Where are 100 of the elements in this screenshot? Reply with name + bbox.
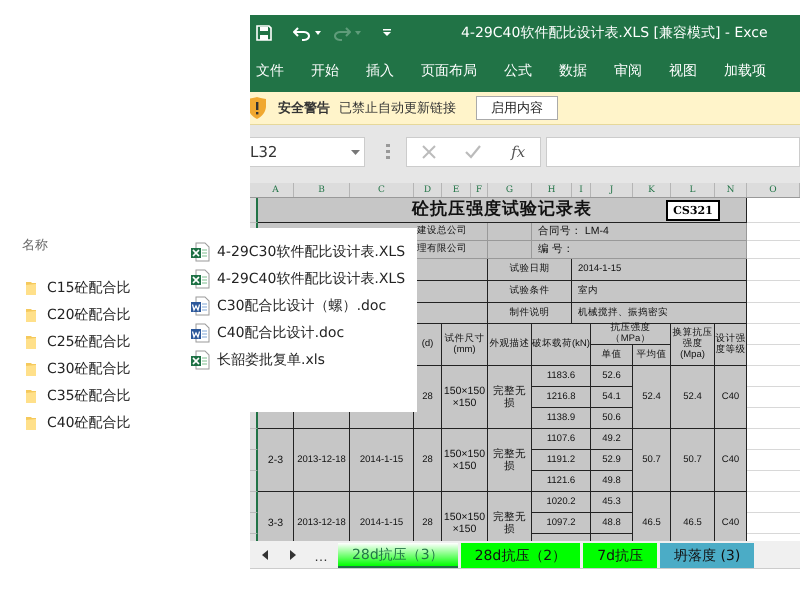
column-header[interactable]: K	[633, 183, 671, 197]
insert-function-button[interactable]: fx	[511, 143, 526, 161]
formula-input[interactable]	[546, 137, 800, 167]
table-cell: 1138.9	[532, 408, 591, 429]
column-header[interactable]: E	[442, 183, 471, 197]
column-header[interactable]: B	[294, 183, 350, 197]
column-header[interactable]: D	[414, 183, 442, 197]
sheet-tab[interactable]: 28d抗压（2）	[460, 543, 580, 568]
caret-icon[interactable]	[351, 150, 360, 154]
table-cell: C40	[715, 366, 747, 429]
column-header[interactable]: A	[258, 183, 294, 197]
folder-name[interactable]: C40砼配合比	[47, 414, 131, 432]
table-cell: 49.2	[591, 429, 633, 450]
table-cell: 试验日期	[488, 259, 572, 281]
table-cell: 2014-1-15	[572, 259, 747, 281]
column-header[interactable]: N	[715, 183, 747, 197]
folder-name[interactable]: C20砼配合比	[47, 306, 131, 324]
table-cell	[488, 241, 532, 259]
undo-icon[interactable]	[293, 24, 311, 40]
table-cell: 3-3	[258, 492, 294, 541]
folder-name[interactable]: C15砼配合比	[47, 278, 131, 296]
table-cell: 外观描述	[488, 324, 532, 366]
table-cell: 抗压强度（MPa）	[591, 324, 671, 345]
spreadsheet-file-icon	[190, 350, 210, 370]
save-icon[interactable]	[256, 24, 272, 40]
ribbon-tab[interactable]: 插入	[360, 55, 404, 87]
spreadsheet-file-icon	[190, 242, 210, 262]
column-header[interactable]: 名称	[22, 236, 48, 254]
table-cell: 2-3	[258, 429, 294, 492]
file-name[interactable]: 长韶娄批复单.xls	[217, 350, 325, 368]
folder-icon	[25, 280, 37, 296]
ribbon-tab[interactable]: 加载项	[718, 55, 776, 87]
table-cell: 平均值	[633, 345, 671, 366]
file-name[interactable]: C40配合比设计.doc	[217, 324, 344, 342]
file-name[interactable]: 4-29C40软件配比设计表.XLS	[217, 270, 406, 288]
ribbon-tab[interactable]: 页面布局	[415, 55, 487, 87]
table-cell: 1107.6	[532, 429, 591, 450]
table-cell: 设计强度等级	[715, 324, 747, 366]
table-cell: 52.4	[671, 366, 715, 429]
folder-name[interactable]: C30砼配合比	[47, 360, 131, 378]
table-cell: 50.7	[633, 429, 671, 492]
table-cell: 150×150 ×150	[442, 492, 488, 541]
ribbon-tab[interactable]: 公式	[498, 55, 542, 87]
document-file-icon	[190, 322, 210, 342]
check-icon[interactable]	[465, 145, 482, 159]
table-cell: 2014-1-15	[350, 429, 414, 492]
caret-icon[interactable]	[315, 30, 321, 34]
grip-icon[interactable]	[386, 144, 390, 160]
table-cell: 1097.2	[532, 513, 591, 534]
table-cell: 完整无损	[488, 366, 532, 429]
ribbon-tab[interactable]: 数据	[553, 55, 597, 87]
previous-sheet-icon[interactable]	[262, 550, 268, 560]
table-cell: 48.8	[591, 513, 633, 534]
enable-content-button[interactable]: 启用内容	[476, 96, 558, 120]
column-header[interactable]: I	[572, 183, 591, 197]
more-sheets-button[interactable]: …	[296, 548, 338, 568]
customize-icon[interactable]	[383, 28, 391, 36]
table-cell: 2013-12-18	[294, 429, 350, 492]
table-cell: 1121.6	[532, 471, 591, 492]
sheet-tab[interactable]: 28d抗压（3）	[338, 543, 458, 568]
table-cell: 试件尺寸(mm)	[442, 324, 488, 366]
table-cell: 完整无损	[488, 492, 532, 541]
table-cell: C40	[715, 492, 747, 541]
window-title: 4-29C40软件配比设计表.XLS [兼容模式] - Exce	[461, 24, 768, 42]
folder-icon	[25, 306, 37, 322]
file-name[interactable]: C30配合比设计（螺）.doc	[217, 296, 386, 314]
column-header[interactable]: G	[488, 183, 532, 197]
table-cell: 28	[414, 429, 442, 492]
warning-title: 安全警告	[278, 100, 330, 117]
table-cell: 室内	[572, 281, 747, 303]
ribbon-tab[interactable]: 审阅	[608, 55, 652, 87]
ribbon-tab[interactable]: 文件	[250, 55, 294, 87]
table-cell: 2014-1-15	[350, 492, 414, 541]
table-cell: 45.3	[591, 492, 633, 513]
ribbon-tab[interactable]: 开始	[305, 55, 349, 87]
table-cell: 52.6	[591, 366, 633, 387]
table-cell: 破坏载荷(kN)	[532, 324, 591, 366]
column-header[interactable]: F	[471, 183, 488, 197]
table-cell: C40	[715, 429, 747, 492]
table-cell: 54.1	[591, 387, 633, 408]
table-cell: 2013-12-18	[294, 492, 350, 541]
sheet-tab[interactable]: 7d抗压	[583, 543, 658, 568]
next-sheet-icon[interactable]	[290, 550, 296, 560]
folder-icon	[25, 360, 37, 376]
warning-message: 已禁止自动更新链接	[339, 100, 456, 117]
folder-name[interactable]: C35砼配合比	[47, 386, 131, 404]
redo-icon	[333, 24, 351, 40]
sheet-tab[interactable]: 坍落度 (3)	[660, 543, 754, 568]
ribbon-tab[interactable]: 视图	[663, 55, 707, 87]
column-header[interactable]: H	[532, 183, 572, 197]
table-cell: 52.4	[633, 366, 671, 429]
column-header[interactable]: C	[350, 183, 414, 197]
column-header[interactable]: L	[671, 183, 715, 197]
column-header[interactable]: O	[747, 183, 800, 197]
shield-icon	[250, 97, 266, 119]
name-box[interactable]: L32	[250, 137, 365, 167]
table-cell: 编 号：	[532, 241, 747, 259]
column-header[interactable]: J	[591, 183, 633, 197]
document-file-icon	[190, 296, 210, 316]
folder-name[interactable]: C25砼配合比	[47, 332, 131, 350]
